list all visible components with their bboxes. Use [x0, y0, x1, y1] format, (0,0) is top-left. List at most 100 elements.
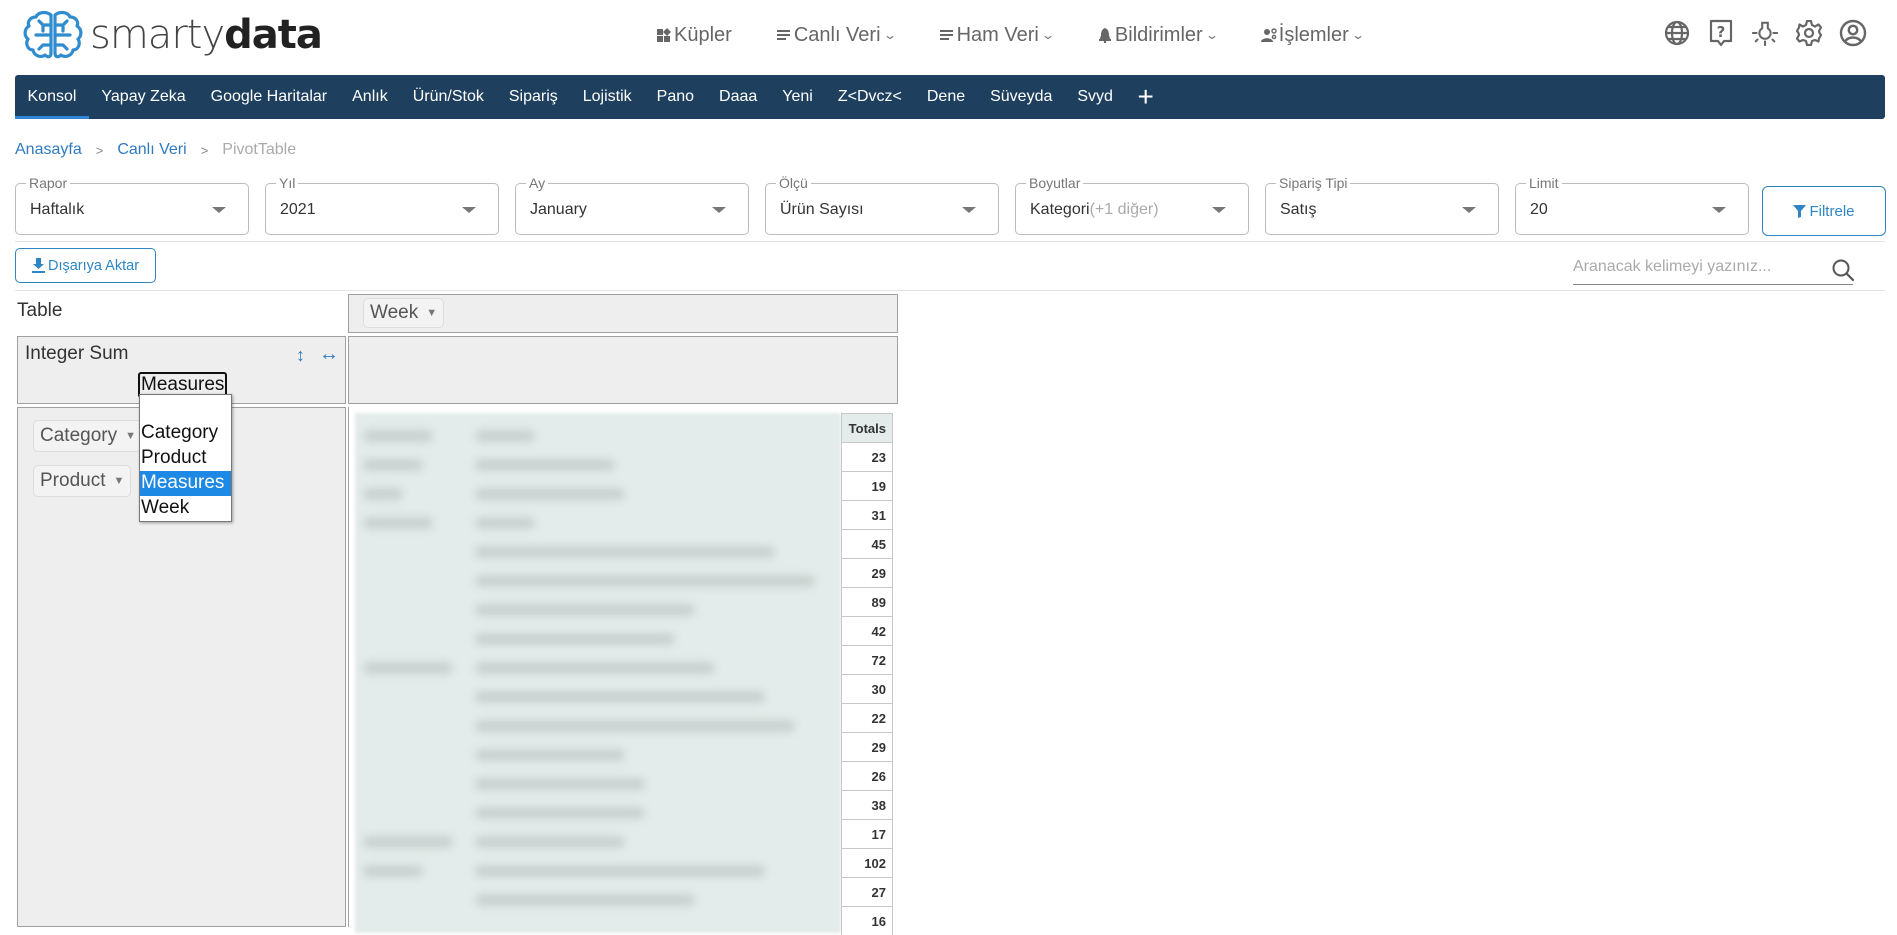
chevron-right-icon: >	[200, 142, 209, 158]
topnav-label: Ham Veri	[956, 23, 1039, 46]
col-attr-week[interactable]: Week ▼	[363, 298, 445, 328]
rapor-select[interactable]: Rapor Haftalık	[15, 175, 249, 235]
triangle-down-icon[interactable]: ▼	[125, 430, 136, 442]
tab-urun-stok[interactable]: Ürün/Stok	[400, 75, 496, 119]
profile-button[interactable]	[1839, 18, 1867, 48]
tab-konsol[interactable]: Konsol	[15, 75, 89, 119]
value-attribute-dropdown: Category Product Measures Week	[139, 394, 232, 522]
tab-svyd[interactable]: Svyd	[1065, 75, 1126, 119]
chevron-down-icon: ⌄	[1350, 28, 1365, 42]
plus-icon: +	[1137, 81, 1154, 112]
tab-daaa[interactable]: Daaa	[707, 75, 770, 119]
topnav-kupler[interactable]: Küpler	[656, 24, 732, 47]
tab-siparis[interactable]: Sipariş	[496, 75, 570, 119]
aggregator-select[interactable]: Integer Sum	[25, 343, 129, 365]
tab-google-haritalar[interactable]: Google Haritalar	[198, 75, 340, 119]
search-input[interactable]	[1573, 252, 1813, 282]
list-icon	[776, 30, 790, 40]
list-icon	[939, 30, 953, 40]
caret-down-icon	[1212, 207, 1226, 213]
caret-down-icon	[462, 207, 476, 213]
olcu-select[interactable]: Ölçü Ürün Sayısı	[765, 175, 999, 235]
export-button[interactable]: Dışarıya Aktar	[15, 248, 156, 283]
topnav-bildirimler[interactable]: Bildirimler ⌄	[1097, 24, 1219, 47]
blurred-labels	[355, 413, 841, 933]
siparis-tipi-select[interactable]: Sipariş Tipi Satış	[1265, 175, 1499, 235]
cubes-icon	[657, 28, 671, 42]
topnav-ham-veri[interactable]: Ham Veri ⌄	[939, 23, 1055, 47]
totals-cell: 17	[841, 819, 893, 848]
tab-yapay-zeka[interactable]: Yapay Zeka	[89, 75, 198, 119]
topnav-islemler[interactable]: İşlemler ⌄	[1260, 24, 1365, 47]
boyutlar-select[interactable]: Boyutlar Kategori(+1 diğer)	[1015, 175, 1249, 235]
totals-cell: 29	[841, 732, 893, 761]
tab-pano[interactable]: Pano	[644, 75, 706, 119]
tab-lojistik[interactable]: Lojistik	[570, 75, 644, 119]
triangle-down-icon[interactable]: ▼	[426, 307, 437, 319]
field-value: January	[530, 201, 587, 218]
gear-icon	[1796, 20, 1822, 46]
redacted-label	[363, 662, 453, 674]
chevron-down-icon: ⌄	[882, 28, 897, 42]
redacted-label	[475, 430, 535, 442]
breadcrumb-canli-veri[interactable]: Canlı Veri	[117, 141, 186, 159]
tab-anlik[interactable]: Anlık	[340, 75, 401, 119]
add-tab-button[interactable]: +	[1125, 75, 1165, 119]
tab-label: Sipariş	[508, 88, 558, 105]
filter-button[interactable]: Filtrele	[1762, 186, 1886, 236]
theme-button[interactable]	[1751, 18, 1779, 48]
dropdown-option-week[interactable]: Week	[140, 496, 231, 521]
attr-label: Category	[40, 425, 118, 446]
field-label: Sipariş Tipi	[1276, 175, 1351, 191]
dropdown-option-product[interactable]: Product	[140, 446, 231, 471]
tab-label: Yeni	[782, 88, 813, 105]
svg-text:?: ?	[1717, 23, 1726, 41]
attr-label: Product	[40, 470, 106, 491]
triangle-down-icon[interactable]: ▼	[113, 475, 124, 487]
tab-yeni[interactable]: Yeni	[770, 75, 826, 119]
globe-icon	[1664, 20, 1690, 46]
caret-down-icon	[212, 207, 226, 213]
logo[interactable]: smartydata	[22, 8, 323, 62]
breadcrumb-home[interactable]: Anasayfa	[15, 141, 82, 159]
help-button[interactable]: ?	[1707, 18, 1735, 48]
totals-cell: 31	[841, 500, 893, 529]
tab-label: Dene	[926, 88, 966, 105]
totals-cell: 42	[841, 616, 893, 645]
totals-cell: 29	[841, 558, 893, 587]
tab-suveyda[interactable]: Süveyda	[978, 75, 1065, 119]
totals-cell: 23	[841, 442, 893, 471]
field-value: Ürün Sayısı	[780, 201, 864, 218]
renderer-select[interactable]: Table	[17, 300, 62, 322]
caret-down-icon	[962, 207, 976, 213]
sort-order-icon[interactable]: ↕	[296, 345, 305, 366]
redacted-label	[475, 488, 625, 500]
divider	[15, 290, 1885, 291]
dropdown-option-measures[interactable]: Measures	[140, 471, 231, 496]
totals-cell: 72	[841, 645, 893, 674]
language-button[interactable]	[1663, 18, 1691, 48]
chevron-right-icon: >	[95, 142, 104, 158]
swap-axes-icon[interactable]: ↔	[319, 343, 339, 366]
brain-logo-icon	[23, 10, 83, 59]
tab-zdvcz[interactable]: Z<Dvcz<	[825, 75, 914, 119]
tab-dene[interactable]: Dene	[914, 75, 977, 119]
limit-select[interactable]: Limit 20	[1515, 175, 1749, 235]
users-cog-icon	[1260, 28, 1277, 42]
dropdown-option-category[interactable]: Category	[140, 421, 231, 446]
search-box	[1573, 252, 1855, 285]
tab-label: Lojistik	[582, 88, 632, 105]
redacted-label	[363, 836, 453, 848]
settings-button[interactable]	[1795, 18, 1823, 48]
redacted-label	[475, 865, 765, 877]
pivot-empty-header	[348, 336, 898, 404]
filter-button-label: Filtrele	[1809, 202, 1855, 220]
topnav-canli-veri[interactable]: Canlı Veri ⌄	[776, 24, 897, 47]
totals-cell: 26	[841, 761, 893, 790]
totals-cell: 19	[841, 471, 893, 500]
row-attr-category[interactable]: Category ▼	[33, 420, 143, 452]
yil-select[interactable]: Yıl 2021	[265, 175, 499, 235]
ay-select[interactable]: Ay January	[515, 175, 749, 235]
search-icon[interactable]	[1831, 258, 1855, 282]
row-attr-product[interactable]: Product ▼	[33, 465, 132, 497]
